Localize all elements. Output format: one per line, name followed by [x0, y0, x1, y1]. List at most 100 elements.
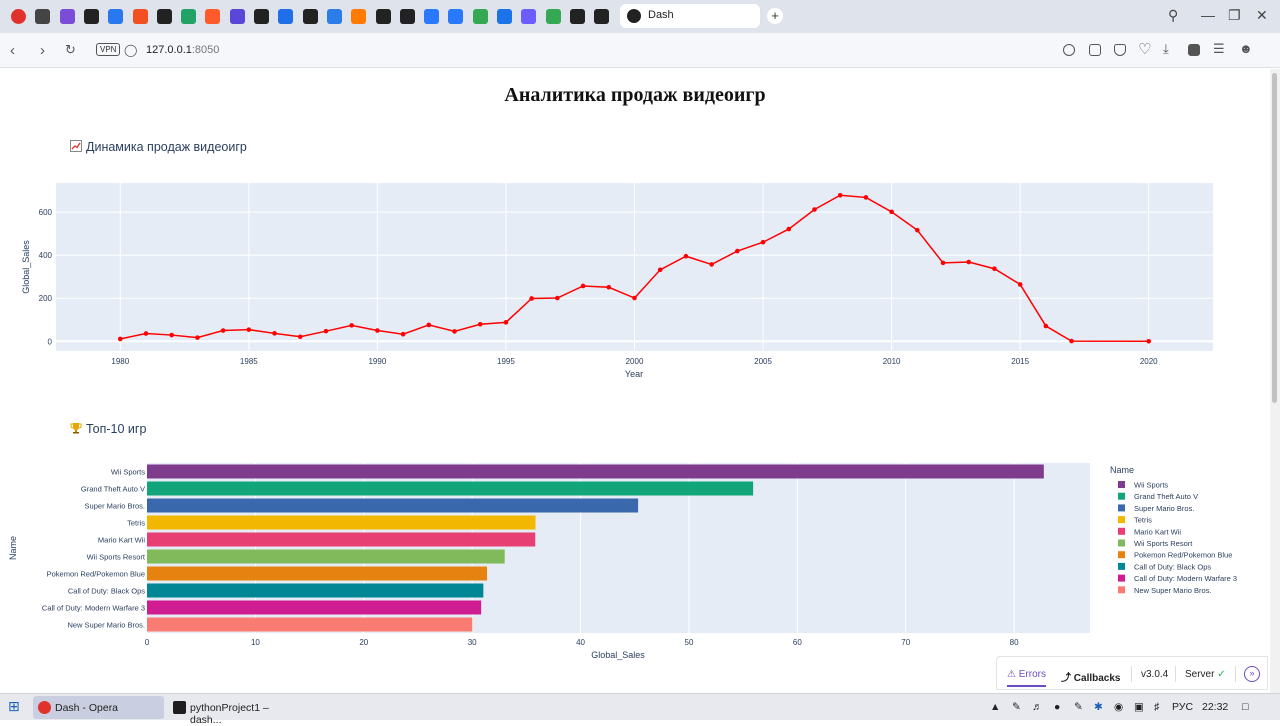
taskbar-item-label: pythonProject1 – dash... [190, 702, 269, 726]
pinned-tab-icon[interactable] [83, 9, 99, 24]
game-bar [147, 549, 505, 564]
bar-x-tick-label: 50 [685, 638, 694, 647]
volume-icon[interactable]: ♬ [1032, 701, 1043, 713]
bar-y-tick-label: Call of Duty: Black Ops [68, 587, 145, 596]
shield-icon[interactable] [1114, 44, 1126, 56]
active-tab[interactable]: Dash [620, 4, 760, 28]
windows-start-icon[interactable]: ⊞ [8, 698, 20, 715]
reload-icon[interactable]: ↻ [65, 42, 76, 58]
search-tabs-icon[interactable]: ⚲ [1168, 7, 1178, 24]
pinned-tab-icon[interactable] [399, 9, 415, 24]
sales-point [915, 227, 920, 233]
devtools-errors-tab[interactable]: ⚠ Errors [1007, 669, 1046, 687]
pinned-tab-icon[interactable] [472, 9, 488, 24]
top10-bar-chart[interactable]: Wii Sports Grand Theft Auto V Super Mario … [0, 454, 1270, 664]
pinned-tab-icon[interactable] [132, 9, 148, 24]
notifications-icon[interactable]: □ [1242, 701, 1248, 713]
pinned-tab-icon[interactable] [594, 9, 610, 24]
pinned-tab-icon[interactable] [569, 9, 585, 24]
sales-line-chart[interactable]: 1980 1985 1990 1995 2000 2005 2010 2015 2020 0 20… [0, 169, 1270, 384]
pinned-tab-icon[interactable] [448, 9, 464, 24]
game-bar [147, 600, 482, 615]
devtools-divider [1235, 666, 1236, 682]
server-ok-icon: ✓ [1217, 669, 1226, 680]
callbacks-label: Callbacks [1073, 673, 1121, 684]
search-page-icon[interactable] [1063, 44, 1075, 56]
bluetooth-icon[interactable]: ✱ [1094, 701, 1103, 713]
pinned-tab-icon[interactable] [35, 9, 51, 24]
taskbar-item-pycharm[interactable]: pythonProject1 – dash... [168, 696, 299, 726]
pinned-tab-icon[interactable] [156, 9, 172, 24]
pinned-tab-icon[interactable] [108, 9, 124, 24]
pinned-tab-icon[interactable] [254, 9, 269, 24]
pinned-tab-icon[interactable] [424, 9, 440, 24]
pinned-tab-icon[interactable] [229, 9, 245, 24]
vpn-badge[interactable]: VPN [96, 43, 121, 56]
url-field[interactable]: 127.0.0.1:8050 [146, 44, 219, 56]
pinned-tab-icon[interactable] [11, 9, 26, 24]
devtools-collapse-icon[interactable]: » [1244, 666, 1260, 682]
sales-point [477, 321, 483, 327]
pinned-tab-icon[interactable] [375, 9, 391, 24]
sales-point [837, 192, 843, 198]
bar-x-tick-label: 10 [251, 638, 260, 647]
network-icon[interactable]: ▣ [1134, 701, 1144, 713]
forward-icon[interactable]: › [40, 42, 45, 59]
pen-icon[interactable]: ✎ [1074, 701, 1083, 713]
close-window-icon[interactable]: ✕ [1256, 7, 1268, 24]
bar-y-tick-label: Mario Kart Wii [98, 536, 145, 545]
easy-setup-icon[interactable]: ☰ [1213, 41, 1225, 57]
game-bar [147, 583, 484, 598]
bar-y-tick-label: Wii Sports [111, 468, 145, 477]
scrollbar-thumb[interactable] [1272, 73, 1277, 403]
language-indicator[interactable]: РУС [1172, 701, 1193, 713]
minimize-icon[interactable]: — [1201, 7, 1215, 23]
taskbar-item-opera[interactable]: Dash - Opera [33, 696, 164, 719]
devtools-callbacks-tab[interactable]: ⤴ Callbacks [1061, 669, 1120, 684]
sales-point [529, 296, 534, 301]
sales-point [1146, 339, 1152, 344]
sales-point [555, 295, 560, 301]
download-icon[interactable]: ⤓ [1163, 41, 1169, 57]
tray-overflow-icon[interactable]: ▲ [990, 701, 1000, 713]
pinned-tab-icon[interactable] [497, 9, 512, 24]
dash-page: Аналитика продаж видеоигр Динамика прода… [0, 69, 1270, 693]
legend-entry: New Super Mario Bros. [1134, 586, 1212, 595]
sales-point [195, 335, 200, 340]
battery-icon[interactable] [1188, 44, 1200, 56]
speaker-icon[interactable]: ♯ [1154, 701, 1159, 713]
pinned-tab-icon[interactable] [302, 9, 318, 24]
pinned-tab-icon[interactable] [326, 9, 342, 24]
line-y-tick-label: 600 [39, 208, 53, 217]
clock[interactable]: 22:32 [1202, 701, 1228, 713]
bar-y-tick-label: Pokemon Red/Pokemon Blue [47, 570, 145, 579]
pinned-tab-icon[interactable] [59, 9, 75, 24]
tray-app-icon[interactable]: ✎ [1012, 701, 1021, 713]
sales-point [297, 334, 303, 340]
pinned-tab-icon[interactable] [351, 9, 367, 24]
back-icon[interactable]: ‹ [10, 42, 15, 59]
page-scrollbar[interactable] [1270, 69, 1280, 693]
legend-swatch [1118, 481, 1125, 488]
game-bar [147, 498, 639, 513]
restore-icon[interactable]: ❐ [1228, 7, 1241, 24]
pinned-tab-icon[interactable] [278, 9, 294, 24]
pinned-tab-icon[interactable] [205, 9, 221, 24]
url-host: 127.0.0.1 [146, 44, 192, 56]
pinned-tab-icon[interactable] [181, 9, 197, 24]
devtools-server-status[interactable]: Server ✓ [1185, 669, 1226, 680]
dash-devtools-bar: ⚠ Errors ⤴ Callbacks v3.0.4 Server ✓ » [996, 656, 1268, 690]
antivirus-icon[interactable]: ● [1054, 701, 1060, 713]
wifi-icon[interactable]: ◉ [1114, 701, 1123, 713]
pinned-tab-icon[interactable] [521, 9, 537, 24]
sales-point [863, 195, 869, 200]
heart-icon[interactable]: ♡ [1138, 40, 1151, 58]
camera-icon[interactable] [1089, 44, 1101, 56]
new-tab-button[interactable]: + [767, 8, 783, 24]
taskbar-item-label: Dash - Opera [55, 702, 119, 714]
sales-point [349, 323, 354, 328]
profile-icon[interactable]: ☻ [1239, 41, 1253, 56]
pinned-tab-icon[interactable] [545, 9, 561, 24]
legend-title: Name [1110, 465, 1134, 475]
dash-version: v3.0.4 [1141, 669, 1169, 680]
